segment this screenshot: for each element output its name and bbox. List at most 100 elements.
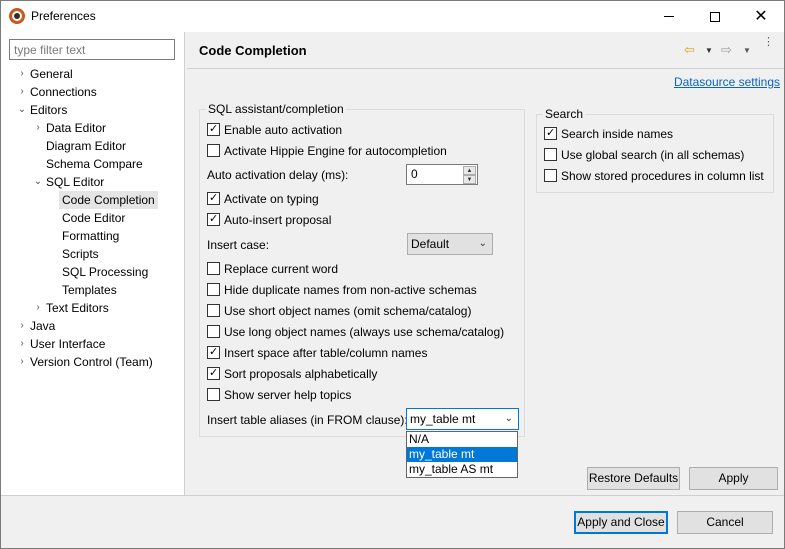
dropdown-option-na[interactable]: N/A (407, 432, 517, 447)
tree-item-connections[interactable]: › Connections (20, 83, 96, 101)
chevron-down-icon[interactable]: ⌄ (505, 413, 513, 424)
checkbox-checked-icon[interactable] (207, 190, 220, 206)
search-group: Search Search inside names Use global se… (536, 107, 774, 193)
tree-label: Data Editor (46, 121, 107, 135)
checkbox-label: Search inside names (561, 127, 674, 141)
group-title: Search (543, 107, 586, 121)
use-long-names-checkbox[interactable]: Use long object names (always use schema… (207, 323, 504, 341)
checkbox-unchecked-icon[interactable] (207, 144, 220, 157)
tree-item-sql-processing[interactable]: SQL Processing (62, 263, 148, 281)
chevron-right-icon[interactable]: › (16, 335, 28, 353)
auto-insert-proposal-checkbox[interactable]: Auto-insert proposal (207, 211, 331, 229)
chevron-right-icon[interactable]: › (16, 317, 28, 335)
checkbox-checked-icon[interactable] (544, 125, 557, 141)
chevron-right-icon[interactable]: › (16, 65, 28, 83)
enable-auto-activation-checkbox[interactable]: Enable auto activation (207, 121, 342, 139)
checkbox-unchecked-icon[interactable] (207, 325, 220, 338)
view-menu-icon[interactable]: ⋮ (763, 37, 774, 48)
tree-item-formatting[interactable]: Formatting (62, 227, 119, 245)
hide-duplicate-names-checkbox[interactable]: Hide duplicate names from non-active sch… (207, 281, 477, 299)
checkbox-checked-icon[interactable] (207, 211, 220, 227)
tree-item-code-completion[interactable]: Code Completion (59, 191, 158, 209)
back-history-dropdown-icon[interactable]: ▼ (705, 46, 713, 55)
chevron-down-icon[interactable]: ⌄ (32, 173, 44, 191)
tree-item-scripts[interactable]: Scripts (62, 245, 99, 263)
tree-label: General (30, 67, 73, 81)
insert-case-label: Insert case: (207, 238, 270, 252)
dropdown-option-my-table-mt[interactable]: my_table mt (407, 447, 517, 462)
maximize-button[interactable] (692, 1, 738, 32)
tree-item-templates[interactable]: Templates (62, 281, 117, 299)
restore-defaults-button[interactable]: Restore Defaults (587, 467, 680, 490)
tree-label: Text Editors (46, 301, 109, 315)
back-arrow-icon[interactable]: ⇦ (684, 42, 695, 58)
tree-item-text-editors[interactable]: › Text Editors (36, 299, 109, 317)
forward-arrow-icon[interactable]: ⇨ (721, 42, 732, 58)
sort-proposals-checkbox[interactable]: Sort proposals alphabetically (207, 365, 377, 383)
auto-activation-delay-spinner[interactable]: 0 ▲ ▼ (406, 164, 478, 185)
chevron-right-icon[interactable]: › (16, 83, 28, 101)
tree-item-diagram-editor[interactable]: Diagram Editor (46, 137, 126, 155)
footer-separator (1, 495, 784, 496)
tree-item-user-interface[interactable]: › User Interface (20, 335, 105, 353)
chevron-right-icon[interactable]: › (32, 119, 44, 137)
checkbox-label: Auto-insert proposal (224, 213, 332, 227)
chevron-right-icon[interactable]: › (16, 353, 28, 371)
search-inside-names-checkbox[interactable]: Search inside names (544, 125, 673, 143)
close-icon: ✕ (754, 7, 768, 25)
tree-label: Schema Compare (46, 157, 143, 171)
checkbox-label: Enable auto activation (224, 123, 343, 137)
checkbox-label: Show stored procedures in column list (561, 169, 764, 183)
tree-item-editors[interactable]: ⌄ Editors (18, 101, 68, 119)
tree-item-schema-compare[interactable]: Schema Compare (46, 155, 143, 173)
sql-assistant-group: SQL assistant/completion Enable auto act… (199, 102, 525, 437)
minimize-icon (664, 16, 674, 17)
show-server-help-checkbox[interactable]: Show server help topics (207, 386, 351, 404)
tree-item-data-editor[interactable]: › Data Editor (36, 119, 107, 137)
insert-space-checkbox[interactable]: Insert space after table/column names (207, 344, 427, 362)
checkbox-unchecked-icon[interactable] (207, 388, 220, 401)
tree-item-code-editor[interactable]: Code Editor (62, 209, 125, 227)
filter-input[interactable] (9, 39, 175, 60)
chevron-down-icon[interactable]: ⌄ (16, 101, 28, 119)
checkbox-checked-icon[interactable] (207, 365, 220, 381)
close-button[interactable]: ✕ (738, 1, 784, 32)
checkbox-unchecked-icon[interactable] (207, 262, 220, 275)
apply-button[interactable]: Apply (689, 467, 778, 490)
chevron-down-icon[interactable]: ⌄ (479, 238, 487, 249)
tree-label: SQL Processing (62, 265, 149, 279)
checkbox-label: Insert space after table/column names (224, 346, 428, 360)
activate-hippie-checkbox[interactable]: Activate Hippie Engine for autocompletio… (207, 142, 447, 160)
minimize-button[interactable] (646, 1, 692, 32)
tree-item-general[interactable]: › General (20, 65, 73, 83)
tree-item-sql-editor[interactable]: ⌄ SQL Editor (34, 173, 104, 191)
forward-history-dropdown-icon[interactable]: ▼ (743, 46, 751, 55)
checkbox-label: Use global search (in all schemas) (561, 148, 745, 162)
replace-current-word-checkbox[interactable]: Replace current word (207, 260, 338, 278)
tree-item-version-control[interactable]: › Version Control (Team) (20, 353, 153, 371)
checkbox-unchecked-icon[interactable] (207, 304, 220, 317)
checkbox-checked-icon[interactable] (207, 121, 220, 137)
spin-up-icon[interactable]: ▲ (463, 166, 476, 175)
checkbox-unchecked-icon[interactable] (544, 148, 557, 161)
tree-label: Version Control (Team) (30, 355, 153, 369)
use-global-search-checkbox[interactable]: Use global search (in all schemas) (544, 146, 744, 164)
insert-case-combo[interactable]: Default ⌄ (407, 233, 493, 255)
checkbox-unchecked-icon[interactable] (207, 283, 220, 296)
table-aliases-combo[interactable]: my_table mt ⌄ (406, 408, 519, 430)
use-short-names-checkbox[interactable]: Use short object names (omit schema/cata… (207, 302, 471, 320)
cancel-button[interactable]: Cancel (677, 511, 773, 534)
datasource-settings-link[interactable]: Datasource settings (674, 75, 780, 89)
tree-item-java[interactable]: › Java (20, 317, 55, 335)
chevron-right-icon[interactable]: › (32, 299, 44, 317)
combo-value: my_table mt (410, 412, 476, 426)
checkbox-checked-icon[interactable] (207, 344, 220, 360)
window-title: Preferences (31, 9, 96, 23)
checkbox-unchecked-icon[interactable] (544, 169, 557, 182)
dropdown-option-my-table-as-mt[interactable]: my_table AS mt (407, 462, 517, 477)
show-stored-procedures-checkbox[interactable]: Show stored procedures in column list (544, 167, 764, 185)
apply-and-close-button[interactable]: Apply and Close (574, 511, 668, 534)
spinner-value: 0 (411, 167, 418, 181)
spin-down-icon[interactable]: ▼ (463, 175, 476, 184)
activate-on-typing-checkbox[interactable]: Activate on typing (207, 190, 319, 208)
